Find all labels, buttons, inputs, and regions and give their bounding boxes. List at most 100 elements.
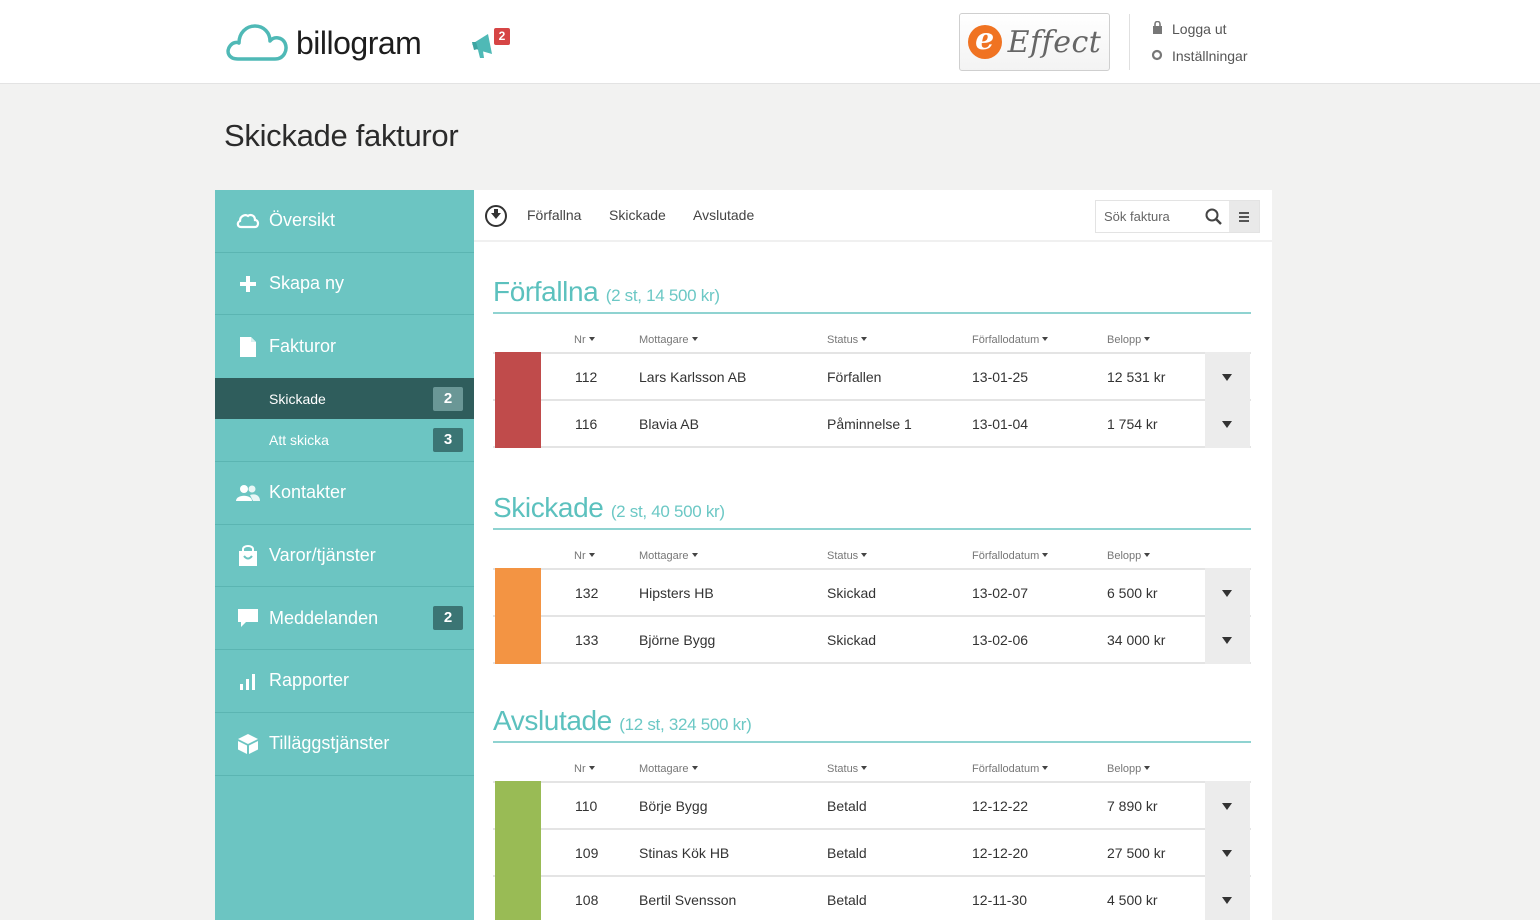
invoice-section: Skickade (2 st, 40 500 kr) Nr Mottagare Sta… — [493, 492, 1251, 664]
cell-status: Betald — [827, 798, 867, 814]
cell-status: Påminnelse 1 — [827, 416, 912, 432]
sort-header-status[interactable]: Status — [827, 550, 867, 562]
notification-badge: 2 — [494, 28, 510, 45]
status-color-stripe — [495, 781, 541, 830]
section-header: Avslutade (12 st, 324 500 kr) — [493, 705, 1251, 743]
cell-nr: 112 — [575, 369, 598, 385]
table-row[interactable]: 116 Blavia AB Påminnelse 1 13-01-04 1 754 kr — [493, 399, 1251, 448]
status-color-stripe — [495, 875, 541, 920]
bar-chart-icon — [235, 672, 261, 690]
table-row[interactable]: 108 Bertil Svensson Betald 12-11-30 4 500 kr — [493, 875, 1251, 920]
sort-header-due[interactable]: Förfallodatum — [972, 334, 1048, 346]
status-color-stripe — [495, 568, 541, 617]
section-title-text: Skickade — [493, 492, 604, 523]
sidebar-item-label: Varor/tjänster — [269, 545, 376, 566]
cell-amount: 12 531 kr — [1107, 369, 1166, 385]
cell-status: Skickad — [827, 632, 877, 648]
count-badge: 3 — [433, 428, 463, 453]
settings-label: Inställningar — [1172, 48, 1248, 64]
cell-due: 12-11-30 — [972, 892, 1028, 908]
search-input[interactable] — [1096, 201, 1196, 232]
column-headers: Nr Mottagare Status Förfallodatum Belopp — [493, 743, 1251, 781]
sidebar: Översikt Skapa ny Fakturor Skickade 2 At… — [215, 190, 474, 920]
status-color-stripe — [495, 352, 541, 401]
count-badge: 2 — [433, 606, 463, 631]
row-menu-button[interactable] — [1205, 828, 1250, 877]
row-menu-button[interactable] — [1205, 875, 1250, 920]
section-summary: (2 st, 14 500 kr) — [605, 286, 720, 305]
sidebar-item-fakturor[interactable]: Fakturor — [215, 315, 474, 378]
menu-button[interactable] — [1229, 201, 1259, 232]
sort-header-nr[interactable]: Nr — [574, 334, 595, 346]
package-icon — [235, 733, 261, 755]
cell-amount: 1 754 kr — [1107, 416, 1158, 432]
sort-header-recipient[interactable]: Mottagare — [639, 550, 698, 562]
row-menu-button[interactable] — [1205, 615, 1250, 664]
sidebar-subitem-att-skicka[interactable]: Att skicka 3 — [215, 419, 474, 463]
sidebar-item-label: Meddelanden — [269, 607, 379, 628]
logout-link[interactable]: Logga ut — [1150, 19, 1248, 39]
row-menu-button[interactable] — [1205, 568, 1250, 617]
search-box — [1095, 200, 1260, 233]
sidebar-item-label: Skapa ny — [269, 273, 345, 294]
cloud-icon — [235, 213, 261, 229]
cell-nr: 133 — [575, 632, 599, 648]
sort-header-recipient[interactable]: Mottagare — [639, 763, 698, 775]
sort-header-amount[interactable]: Belopp — [1107, 334, 1150, 346]
tab-avslutade[interactable]: Avslutade — [693, 207, 754, 223]
sidebar-item-skapa-ny[interactable]: Skapa ny — [215, 253, 474, 316]
tab-forfallna[interactable]: Förfallna — [527, 207, 581, 223]
cell-recipient: Lars Karlsson AB — [639, 369, 747, 385]
table-row[interactable]: 132 Hipsters HB Skickad 13-02-07 6 500 kr — [493, 568, 1251, 617]
table-row[interactable]: 112 Lars Karlsson AB Förfallen 13-01-25 12 5… — [493, 352, 1251, 401]
cell-due: 13-02-06 — [972, 632, 1029, 648]
section-title-text: Förfallna — [493, 276, 599, 307]
download-icon[interactable] — [485, 205, 507, 227]
search-icon[interactable] — [1204, 207, 1224, 227]
sidebar-item-label: Kontakter — [269, 482, 347, 503]
sort-header-amount[interactable]: Belopp — [1107, 763, 1150, 775]
invoice-section: Avslutade (12 st, 324 500 kr) Nr Mottagare… — [493, 705, 1251, 920]
sort-header-nr[interactable]: Nr — [574, 763, 595, 775]
sidebar-item-tillaggstjanster[interactable]: Tilläggstjänster — [215, 713, 474, 776]
cell-amount: 6 500 kr — [1107, 585, 1158, 601]
notifications-button[interactable]: 2 — [470, 28, 512, 60]
cell-status: Skickad — [827, 585, 877, 601]
cell-recipient: Stinas Kök HB — [639, 845, 730, 861]
sidebar-item-rapporter[interactable]: Rapporter — [215, 650, 474, 713]
row-menu-button[interactable] — [1205, 781, 1250, 830]
cell-recipient: Björne Bygg — [639, 632, 716, 648]
sidebar-item-label: Översikt — [269, 210, 336, 231]
sort-header-status[interactable]: Status — [827, 763, 867, 775]
sort-header-due[interactable]: Förfallodatum — [972, 763, 1048, 775]
sidebar-item-varor[interactable]: Varor/tjänster — [215, 525, 474, 588]
cell-recipient: Börje Bygg — [639, 798, 708, 814]
tab-skickade[interactable]: Skickade — [609, 207, 666, 223]
sort-header-due[interactable]: Förfallodatum — [972, 550, 1048, 562]
sort-header-nr[interactable]: Nr — [574, 550, 595, 562]
sidebar-item-meddelanden[interactable]: Meddelanden 2 — [215, 587, 474, 651]
row-menu-button[interactable] — [1205, 352, 1250, 401]
effect-partner-logo[interactable]: e Effect — [959, 13, 1110, 71]
sort-header-status[interactable]: Status — [827, 334, 867, 346]
sidebar-item-label: Tilläggstjänster — [269, 733, 390, 754]
sidebar-subitem-skickade[interactable]: Skickade 2 — [215, 378, 474, 420]
sort-header-recipient[interactable]: Mottagare — [639, 334, 698, 346]
sidebar-item-kontakter[interactable]: Kontakter — [215, 462, 474, 525]
billogram-logo[interactable]: billogram — [224, 20, 422, 66]
status-color-stripe — [495, 615, 541, 664]
logout-label: Logga ut — [1172, 21, 1227, 37]
table-row[interactable]: 110 Börje Bygg Betald 12-12-22 7 890 kr — [493, 781, 1251, 830]
table-row[interactable]: 109 Stinas Kök HB Betald 12-12-20 27 500 kr — [493, 828, 1251, 877]
sidebar-subitem-label: Skickade — [269, 390, 326, 407]
settings-link[interactable]: Inställningar — [1150, 46, 1248, 66]
cell-status: Betald — [827, 845, 867, 861]
sort-header-amount[interactable]: Belopp — [1107, 550, 1150, 562]
section-header: Skickade (2 st, 40 500 kr) — [493, 492, 1251, 530]
table-row[interactable]: 133 Björne Bygg Skickad 13-02-06 34 000 kr — [493, 615, 1251, 664]
invoice-section: Förfallna (2 st, 14 500 kr) Nr Mottagare St… — [493, 276, 1251, 448]
section-summary: (2 st, 40 500 kr) — [610, 502, 725, 521]
sidebar-item-oversikt[interactable]: Översikt — [215, 190, 474, 253]
sidebar-item-label: Rapporter — [269, 670, 350, 691]
row-menu-button[interactable] — [1205, 399, 1250, 448]
